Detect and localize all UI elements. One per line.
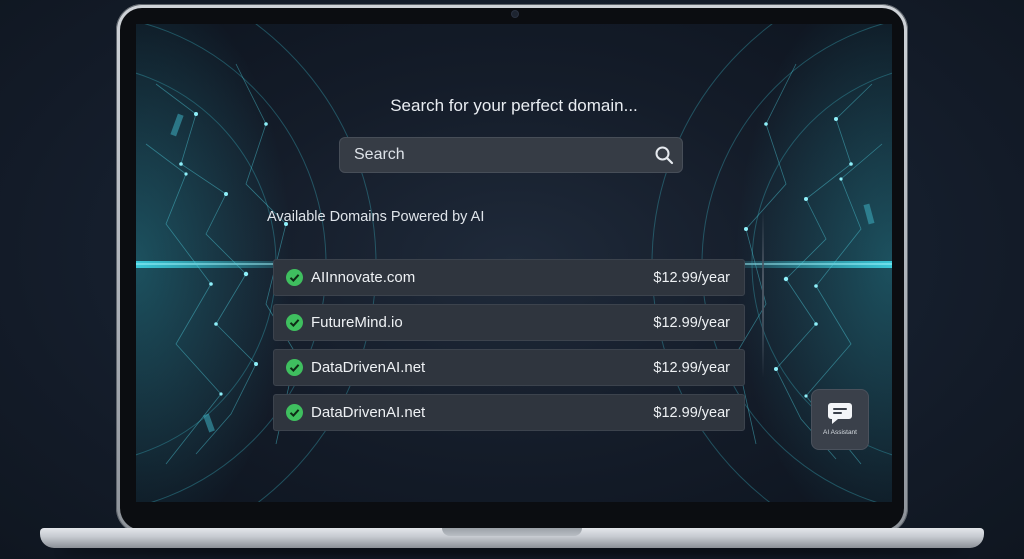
chat-bubble-icon [828,403,852,424]
domain-name: FutureMind.io [311,314,403,331]
page-heading: Search for your perfect domain... [390,96,638,115]
laptop-notch [442,528,582,536]
camera-icon [512,11,518,17]
domain-name: AIInnovate.com [311,269,416,286]
domain-price: $12.99/year [653,404,730,421]
check-circle-icon [286,359,303,376]
domain-name: DataDrivenAI.net [311,404,426,421]
domain-row[interactable]: DataDrivenAI.net $12.99/year [273,394,745,431]
search-bar[interactable] [339,137,683,173]
domain-list: AIInnovate.com $12.99/year FutureMind.io… [273,259,745,439]
ai-assistant-button[interactable]: AI Assistant [811,389,869,450]
domain-price: $12.99/year [653,314,730,331]
domain-row[interactable]: FutureMind.io $12.99/year [273,304,745,341]
domain-row[interactable]: DataDrivenAI.net $12.99/year [273,349,745,386]
ai-assistant-label: AI Assistant [823,429,857,436]
check-circle-icon [286,404,303,421]
section-title: Available Domains Powered by AI [267,209,485,225]
divider [762,208,764,378]
domain-price: $12.99/year [653,269,730,286]
laptop-screen: Search for your perfect domain... Availa… [136,24,892,502]
check-circle-icon [286,269,303,286]
search-input[interactable] [340,146,646,164]
check-circle-icon [286,314,303,331]
domain-name: DataDrivenAI.net [311,359,426,376]
domain-price: $12.99/year [653,359,730,376]
domain-row[interactable]: AIInnovate.com $12.99/year [273,259,745,296]
search-icon[interactable] [646,137,682,173]
